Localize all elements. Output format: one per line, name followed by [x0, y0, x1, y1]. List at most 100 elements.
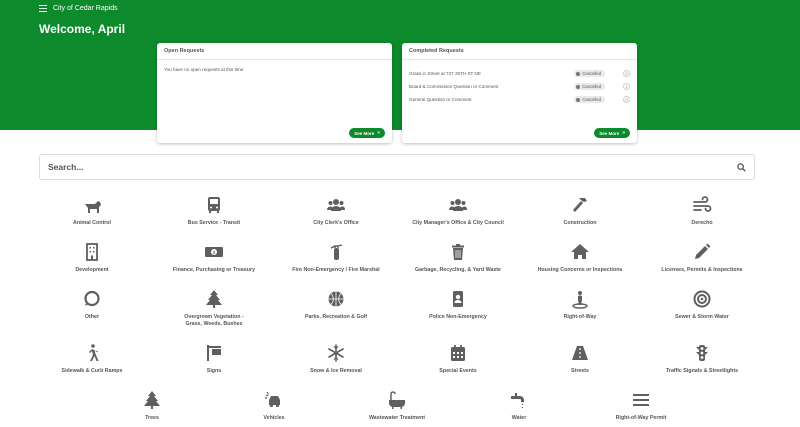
request-name: Grass in Street at 727 25TH ST NE	[409, 71, 481, 76]
road-icon	[572, 346, 588, 360]
city-name-link[interactable]: City of Cedar Rapids	[53, 5, 118, 12]
category-trees[interactable]: Trees	[87, 390, 217, 422]
house-icon	[571, 244, 589, 259]
bath-icon	[389, 391, 405, 409]
header-banner: City of Cedar Rapids Welcome, April	[0, 0, 800, 130]
category-police-non-emergency[interactable]: Police Non-Emergency	[393, 289, 523, 321]
category-label: Housing Concerns or Inspections	[537, 267, 623, 273]
category-streets[interactable]: Streets	[515, 343, 645, 375]
bullseye-icon	[693, 290, 711, 308]
menu-icon[interactable]	[39, 5, 47, 12]
calendar-icon	[451, 345, 465, 361]
category-label: Development	[75, 267, 109, 273]
category-sewer-storm-water[interactable]: Sewer & Storm Water	[637, 289, 767, 321]
category-label: Water	[511, 415, 527, 421]
comment-count: 0	[623, 70, 630, 77]
bars-icon	[633, 394, 649, 406]
status-badge: Cancelled	[574, 96, 605, 103]
category-label: Finance, Purchasing or Treasury	[172, 267, 256, 273]
category-parks-recreation-golf[interactable]: Parks, Recreation & Golf	[271, 289, 401, 321]
search-icon[interactable]	[737, 162, 746, 172]
category-signs[interactable]: Signs	[149, 343, 279, 375]
faucet-icon	[511, 393, 524, 408]
fire-extinguisher-icon	[330, 244, 343, 260]
completed-request-row[interactable]: General Question or Comment Cancelled 0	[409, 93, 630, 106]
category-bus-service-transit[interactable]: Bus Service - Transit	[149, 195, 279, 227]
users-icon	[449, 199, 467, 211]
category-label: Derecho	[691, 220, 713, 226]
welcome-heading: Welcome, April	[39, 22, 126, 36]
category-label: Right-of-Way	[563, 314, 597, 320]
tree-icon	[206, 290, 222, 308]
category-label: Overgrown Vegetation - Grass, Weeds, Bus…	[184, 314, 244, 327]
status-label: Cancelled	[582, 97, 601, 102]
completed-requests-see-more-button[interactable]: See More»	[594, 128, 630, 138]
category-snow-ice-removal[interactable]: Snow & Ice Removal	[271, 343, 401, 375]
category-development[interactable]: Development	[27, 242, 157, 274]
open-requests-see-more-button[interactable]: See More»	[349, 128, 385, 138]
top-nav: City of Cedar Rapids	[39, 5, 118, 12]
traffic-light-icon	[696, 345, 708, 361]
double-chevron-right-icon: »	[377, 130, 380, 136]
category-city-clerk-s-office[interactable]: City Clerk's Office	[271, 195, 401, 227]
category-housing-concerns-or-inspections[interactable]: Housing Concerns or Inspections	[515, 242, 645, 274]
see-more-label: See More	[354, 130, 375, 136]
category-derecho[interactable]: Derecho	[637, 195, 767, 227]
category-construction[interactable]: Construction	[515, 195, 645, 227]
category-fire-non-emergency-fire-marshal[interactable]: Fire Non-Emergency / Fire Marshal	[271, 242, 401, 274]
completed-request-row[interactable]: Grass in Street at 727 25TH ST NE Cancel…	[409, 67, 630, 80]
category-label: Bus Service - Transit	[187, 220, 241, 226]
search-input[interactable]: Search...	[48, 162, 737, 172]
category-overgrown-vegetation-grass-weeds-bushes[interactable]: Overgrown Vegetation - Grass, Weeds, Bus…	[149, 289, 279, 328]
category-other[interactable]: Other	[27, 289, 157, 321]
category-label: Licenses, Permits & Inspections	[661, 267, 743, 273]
category-garbage-recycling-yard-waste[interactable]: Garbage, Recycling, & Yard Waste	[393, 242, 523, 274]
comment-count: 0	[623, 96, 630, 103]
category-finance-purchasing-or-treasury[interactable]: $ Finance, Purchasing or Treasury	[149, 242, 279, 274]
category-label: Other	[84, 314, 100, 320]
search-bar[interactable]: Search...	[39, 154, 755, 180]
trash-icon	[452, 244, 464, 260]
sign-icon	[207, 345, 221, 361]
category-wastewater-treatment[interactable]: Wastewater Treatment	[332, 390, 462, 422]
category-label: City Clerk's Office	[313, 220, 359, 226]
category-label: Signs	[206, 368, 222, 374]
category-licenses-permits-inspections[interactable]: Licenses, Permits & Inspections	[637, 242, 767, 274]
category-label: Streets	[571, 368, 589, 374]
open-requests-title: Open Requests	[157, 43, 392, 60]
category-animal-control[interactable]: Animal Control	[27, 195, 157, 227]
category-label: Traffic Signals & Streetlights	[665, 368, 739, 374]
category-special-events[interactable]: Special Events	[393, 343, 523, 375]
category-label: Trees	[145, 415, 159, 421]
tree-icon	[144, 391, 160, 409]
category-right-of-way-permit[interactable]: Right-of-Way Permit	[576, 390, 706, 422]
category-sidewalk-curb-ramps[interactable]: Sidewalk & Curb Ramps	[27, 343, 157, 375]
category-label: Police Non-Emergency	[429, 314, 487, 320]
status-label: Cancelled	[582, 71, 601, 76]
category-label: Right-of-Way Permit	[615, 415, 667, 421]
category-water[interactable]: Water	[454, 390, 584, 422]
double-chevron-right-icon: »	[622, 130, 625, 136]
completed-request-row[interactable]: Board & Commission Question or Comment C…	[409, 80, 630, 93]
category-label: City Manager's Office & City Council	[412, 220, 504, 226]
status-label: Cancelled	[582, 84, 601, 89]
bus-icon	[208, 197, 220, 213]
category-traffic-signals-streetlights[interactable]: Traffic Signals & Streetlights	[637, 343, 767, 375]
category-city-manager-s-office-city-council[interactable]: City Manager's Office & City Council	[393, 195, 523, 227]
money-bill-icon: $	[205, 247, 223, 257]
category-label: Sewer & Storm Water	[675, 314, 729, 320]
walking-icon	[89, 344, 99, 361]
hammer-icon	[573, 198, 587, 212]
category-label: Parks, Recreation & Golf	[304, 314, 368, 320]
category-label: Special Events	[439, 368, 477, 374]
users-icon	[327, 199, 345, 211]
completed-requests-card: Completed Requests Grass in Street at 72…	[402, 43, 637, 143]
building-icon	[86, 243, 98, 261]
open-requests-card: Open Requests You have no open requests …	[157, 43, 392, 143]
car-crash-icon	[265, 391, 280, 408]
pencil-icon	[695, 243, 711, 259]
category-vehicles[interactable]: Vehicles	[209, 390, 339, 422]
category-label: Garbage, Recycling, & Yard Waste	[415, 267, 501, 273]
category-right-of-way[interactable]: Right-of-Way	[515, 289, 645, 321]
category-label: Vehicles	[263, 415, 285, 421]
